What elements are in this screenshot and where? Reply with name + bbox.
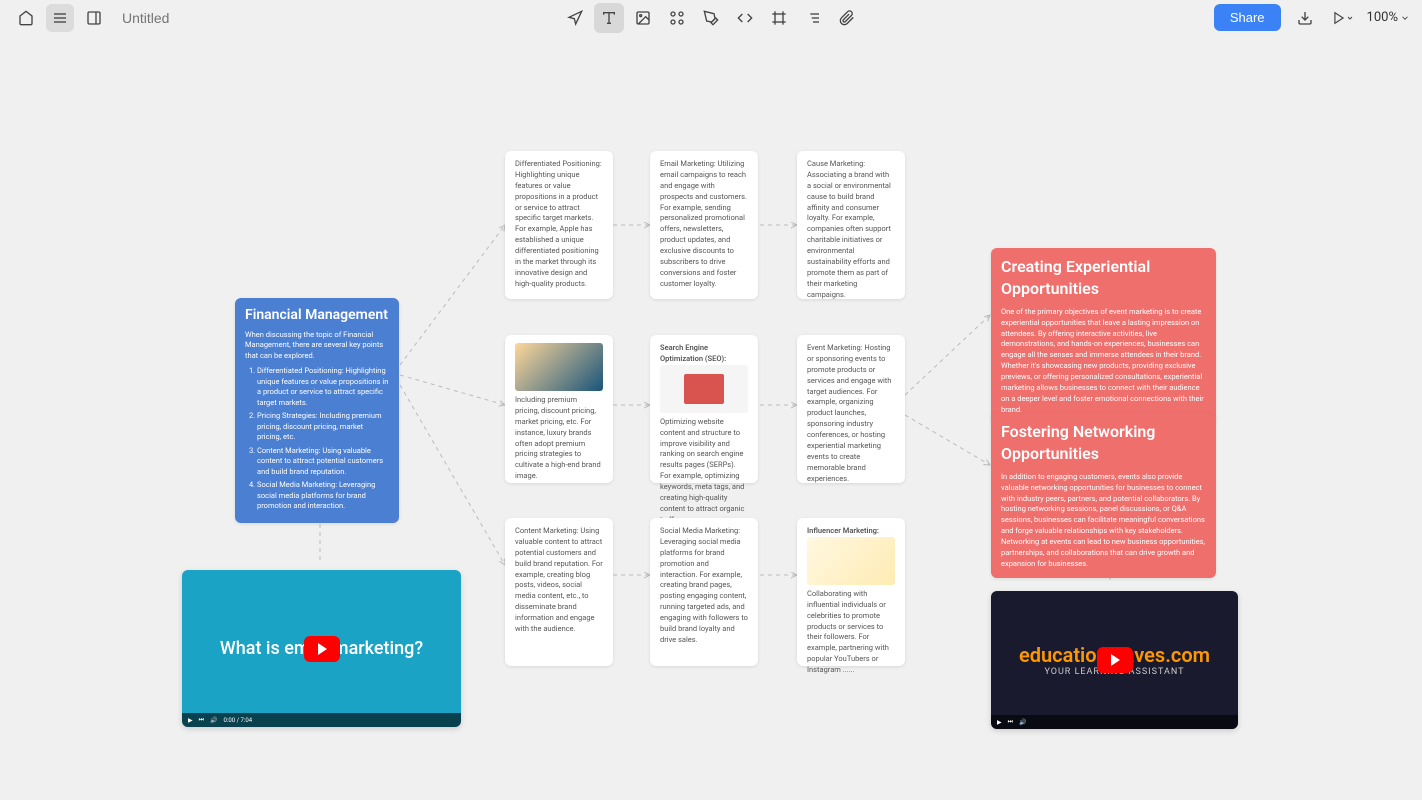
card-text: Optimizing website content and structure… (660, 417, 748, 526)
text-tool[interactable] (594, 3, 624, 33)
toolbar-right-group: Share 100% (1214, 4, 1410, 32)
card-subtitle: Search Engine Optimization (SEO): (660, 343, 748, 365)
list-item: Social Media Marketing: Leveraging socia… (257, 480, 389, 512)
list-item: Pricing Strategies: Including premium pr… (257, 411, 389, 443)
card-title: Financial Management (245, 306, 389, 326)
card-text: Collaborating with influential individua… (807, 589, 895, 676)
card-text: Event Marketing: Hosting or sponsoring e… (807, 343, 895, 484)
card-cause[interactable]: Cause Marketing: Associating a brand wit… (797, 151, 905, 299)
next-control-icon[interactable]: ⏭ (199, 716, 204, 724)
video-controls[interactable]: ▶ ⏭ 🔊 0:00 / 7:04 (182, 713, 461, 727)
video-thumbnail: educationleaves.com YOUR LEARNING ASSIST… (991, 591, 1238, 729)
menu-button[interactable] (46, 4, 74, 32)
list-item: Differentiated Positioning: Highlighting… (257, 366, 389, 408)
list-tool[interactable] (798, 3, 828, 33)
card-text: Differentiated Positioning: Highlighting… (515, 159, 603, 290)
card-list: Differentiated Positioning: Highlighting… (257, 366, 389, 512)
card-image (515, 343, 603, 391)
card-differentiated[interactable]: Differentiated Positioning: Highlighting… (505, 151, 613, 299)
shapes-tool[interactable] (662, 3, 692, 33)
zoom-control[interactable]: 100% (1367, 10, 1410, 25)
video-thumbnail: What is email marketing? (182, 570, 461, 727)
video-educationleaves[interactable]: educationleaves.com YOUR LEARNING ASSIST… (991, 591, 1238, 729)
card-content[interactable]: Content Marketing: Using valuable conten… (505, 518, 613, 666)
play-control-icon[interactable]: ▶ (997, 719, 1002, 726)
card-email[interactable]: Email Marketing: Utilizing email campaig… (650, 151, 758, 299)
toolbar-center-group (560, 3, 862, 33)
volume-control-icon[interactable]: 🔊 (210, 717, 217, 724)
toolbar-left-group (12, 4, 222, 32)
attachment-tool[interactable] (832, 3, 862, 33)
card-text: Including premium pricing, discount pric… (515, 395, 603, 482)
play-icon[interactable] (304, 636, 340, 662)
card-image (660, 365, 748, 413)
card-text: In addition to engaging customers, event… (1001, 472, 1206, 570)
video-email-marketing[interactable]: What is email marketing? ▶ ⏭ 🔊 0:00 / 7:… (182, 570, 461, 727)
card-text: When discussing the topic of Financial M… (245, 330, 389, 363)
card-pricing[interactable]: Including premium pricing, discount pric… (505, 335, 613, 483)
panel-button[interactable] (80, 4, 108, 32)
top-toolbar: Share 100% (0, 0, 1422, 35)
download-button[interactable] (1291, 4, 1319, 32)
card-title: Fostering Networking Opportunities (1001, 421, 1206, 466)
card-text: Social Media Marketing: Leveraging socia… (660, 526, 748, 646)
canvas-area[interactable]: Financial Management When discussing the… (0, 35, 1422, 800)
video-controls[interactable]: ▶ ⏭ 🔊 (991, 715, 1238, 729)
card-subtitle: Influencer Marketing: (807, 526, 895, 537)
card-seo[interactable]: Search Engine Optimization (SEO): Optimi… (650, 335, 758, 483)
document-title-input[interactable] (122, 10, 222, 26)
card-social[interactable]: Social Media Marketing: Leveraging socia… (650, 518, 758, 666)
card-text: Cause Marketing: Associating a brand wit… (807, 159, 895, 300)
frame-tool[interactable] (764, 3, 794, 33)
card-networking[interactable]: Fostering Networking Opportunities In ad… (991, 413, 1216, 578)
pointer-tool[interactable] (560, 3, 590, 33)
card-event[interactable]: Event Marketing: Hosting or sponsoring e… (797, 335, 905, 483)
pen-tool[interactable] (696, 3, 726, 33)
card-text: One of the primary objectives of event m… (1001, 307, 1206, 416)
next-control-icon[interactable]: ⏭ (1008, 718, 1013, 726)
card-text: Content Marketing: Using valuable conten… (515, 526, 603, 635)
code-tool[interactable] (730, 3, 760, 33)
list-item: Content Marketing: Using valuable conten… (257, 446, 389, 478)
share-button[interactable]: Share (1214, 4, 1281, 31)
play-icon[interactable] (1097, 647, 1133, 673)
video-duration: 0:00 / 7:04 (224, 717, 253, 724)
card-experiential[interactable]: Creating Experiential Opportunities One … (991, 248, 1216, 424)
card-financial-management[interactable]: Financial Management When discussing the… (235, 298, 399, 523)
home-button[interactable] (12, 4, 40, 32)
card-title: Creating Experiential Opportunities (1001, 256, 1206, 301)
card-image (807, 537, 895, 585)
card-influencer[interactable]: Influencer Marketing: Collaborating with… (797, 518, 905, 666)
play-button[interactable] (1329, 4, 1357, 32)
card-text: Email Marketing: Utilizing email campaig… (660, 159, 748, 290)
volume-control-icon[interactable]: 🔊 (1019, 719, 1026, 726)
zoom-value: 100% (1367, 10, 1398, 25)
image-tool[interactable] (628, 3, 658, 33)
play-control-icon[interactable]: ▶ (188, 717, 193, 724)
